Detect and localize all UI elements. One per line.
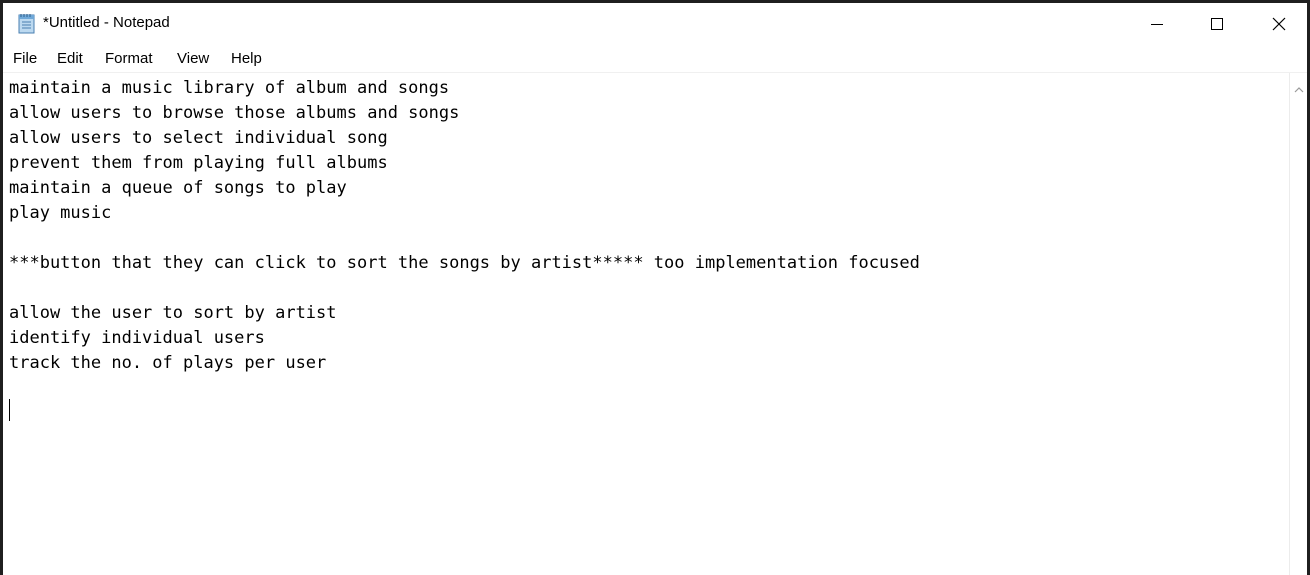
minimize-icon	[1151, 24, 1163, 25]
text-caret	[9, 399, 10, 421]
notepad-window: *Untitled - Notepad File Edit Format Vie…	[3, 3, 1307, 575]
editor-line: allow users to browse those albums and s…	[9, 103, 460, 123]
editor-line: maintain a music library of album and so…	[9, 78, 450, 98]
menu-format[interactable]: Format	[105, 50, 153, 67]
editor-line: maintain a queue of songs to play	[9, 178, 347, 198]
editor-line: allow the user to sort by artist	[9, 303, 337, 323]
editor-line: allow users to select individual song	[9, 128, 388, 148]
menu-file[interactable]: File	[13, 50, 37, 67]
menu-bar: File Edit Format View Help	[3, 46, 1307, 72]
menu-edit[interactable]: Edit	[57, 50, 83, 67]
maximize-button[interactable]	[1187, 3, 1247, 43]
window-title: *Untitled - Notepad	[43, 14, 170, 31]
maximize-icon	[1211, 18, 1223, 30]
text-editor[interactable]: maintain a music library of album and so…	[3, 73, 1289, 575]
vertical-scrollbar[interactable]	[1289, 73, 1307, 575]
editor-line: track the no. of plays per user	[9, 353, 327, 373]
minimize-button[interactable]	[1127, 3, 1187, 43]
editor-line: play music	[9, 203, 112, 223]
notepad-icon	[16, 12, 38, 34]
editor-line: prevent them from playing full albums	[9, 153, 388, 173]
scroll-up-arrow-icon[interactable]	[1294, 81, 1304, 99]
editor-line: identify individual users	[9, 328, 265, 348]
close-button[interactable]	[1249, 3, 1307, 43]
menu-help[interactable]: Help	[231, 50, 262, 67]
close-icon	[1272, 17, 1286, 31]
editor-line: ***button that they can click to sort th…	[9, 253, 920, 273]
menu-view[interactable]: View	[177, 50, 209, 67]
title-bar[interactable]: *Untitled - Notepad	[3, 3, 1307, 43]
